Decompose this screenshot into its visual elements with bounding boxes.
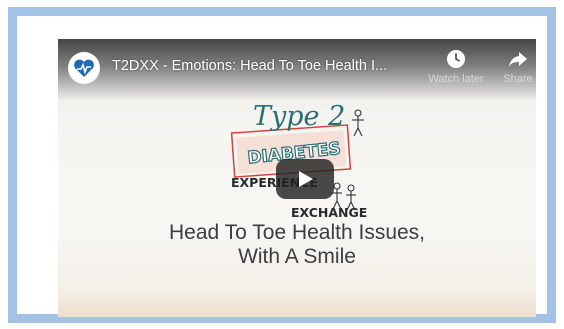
video-title[interactable]: T2DXX - Emotions: Head To Toe Health I..…: [112, 58, 387, 74]
thumbnail-bottom-band: [58, 291, 536, 317]
thumbnail-headline: Head To Toe Health Issues, With A Smile: [58, 221, 536, 269]
headline-line-1: Head To Toe Health Issues,: [168, 221, 426, 244]
clock-icon: [447, 50, 465, 68]
share-arrow-icon: [509, 52, 527, 67]
channel-avatar[interactable]: [68, 52, 100, 84]
logo-line-4: EXCHANGE: [291, 205, 367, 220]
share-button[interactable]: Share: [488, 49, 536, 85]
watch-later-button[interactable]: Watch later: [426, 49, 486, 85]
watch-later-label: Watch later: [428, 73, 484, 85]
embed-frame: T2DXX - Emotions: Head To Toe Health I..…: [8, 7, 556, 323]
share-label: Share: [503, 73, 533, 85]
video-player[interactable]: T2DXX - Emotions: Head To Toe Health I..…: [58, 39, 536, 317]
headline-line-2: With A Smile: [238, 245, 356, 268]
logo-line-1: Type 2: [253, 101, 345, 132]
heart-pulse-icon: [74, 59, 94, 77]
play-icon: [299, 171, 313, 187]
play-button[interactable]: [276, 159, 334, 199]
